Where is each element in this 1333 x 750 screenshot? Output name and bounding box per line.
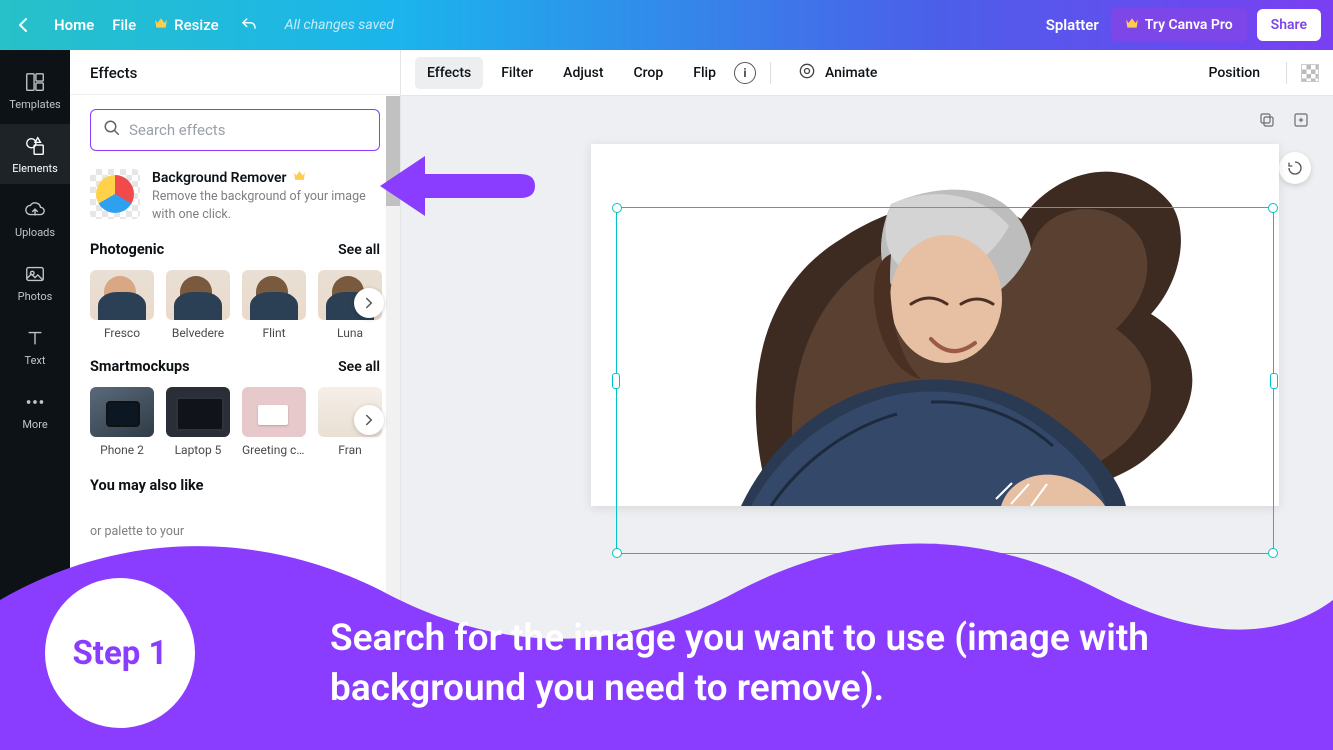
rail-label: Photos	[18, 290, 53, 303]
rail-label: Text	[25, 354, 46, 367]
effect-flint[interactable]: Flint	[242, 270, 306, 340]
animate-label: Animate	[825, 65, 877, 81]
bg-remover-icon	[90, 169, 140, 219]
rail-photos[interactable]: Photos	[0, 252, 70, 312]
mockup-laptop5[interactable]: Laptop 5	[166, 387, 230, 457]
scroll-right-button[interactable]	[354, 288, 384, 318]
add-page-icon[interactable]	[1291, 110, 1311, 130]
see-all-smartmockups[interactable]: See all	[338, 359, 380, 375]
tutorial-arrow	[380, 146, 540, 230]
background-remover-item[interactable]: Background Remover Remove the background…	[90, 169, 380, 223]
thumb-label: Laptop 5	[166, 443, 230, 457]
elements-icon	[23, 134, 47, 158]
selected-photo[interactable]	[591, 144, 1279, 506]
design-page[interactable]	[591, 144, 1279, 506]
try-pro-label: Try Canva Pro	[1145, 17, 1233, 33]
rail-templates[interactable]: Templates	[0, 60, 70, 120]
rail-label: Uploads	[15, 226, 55, 239]
step-label: Step 1	[72, 634, 167, 673]
effect-fresco[interactable]: Fresco	[90, 270, 154, 340]
document-name[interactable]: Splatter	[1046, 16, 1099, 34]
tutorial-text: Search for the image you want to use (im…	[330, 614, 1293, 714]
rail-text[interactable]: Text	[0, 316, 70, 376]
toolbar-effects[interactable]: Effects	[415, 57, 483, 89]
context-toolbar: Effects Filter Adjust Crop Flip i Animat…	[401, 50, 1333, 96]
duplicate-page-icon[interactable]	[1257, 110, 1277, 130]
rail-label: Elements	[12, 162, 58, 175]
search-effects-input[interactable]	[129, 121, 367, 139]
templates-icon	[23, 70, 47, 94]
rotate-handle[interactable]	[1279, 152, 1311, 184]
panel-heading: Effects	[70, 50, 400, 95]
thumb-label: Luna	[318, 326, 382, 340]
topbar: Home File Resize All changes saved Splat…	[0, 0, 1333, 50]
text-icon	[23, 326, 47, 350]
mockup-greetingcard[interactable]: Greeting car...	[242, 387, 306, 457]
toolbar-flip[interactable]: Flip	[681, 57, 728, 89]
home-link[interactable]: Home	[54, 16, 94, 34]
thumb-label: Greeting car...	[242, 443, 306, 457]
photos-icon	[23, 262, 47, 286]
resize-button[interactable]: Resize	[154, 16, 218, 34]
you-may-also-like-title: You may also like	[90, 477, 380, 494]
toolbar-animate[interactable]: Animate	[785, 53, 889, 93]
photogenic-row: Fresco Belvedere Flint Luna	[90, 270, 380, 340]
thumb-label: Belvedere	[166, 326, 230, 340]
rail-label: More	[22, 418, 47, 431]
toolbar-filter[interactable]: Filter	[489, 57, 545, 89]
toolbar-divider	[1286, 62, 1287, 84]
toolbar-crop[interactable]: Crop	[622, 57, 676, 89]
rail-elements[interactable]: Elements	[0, 124, 70, 184]
animate-icon	[797, 61, 817, 85]
effect-belvedere[interactable]: Belvedere	[166, 270, 230, 340]
thumb-label: Phone 2	[90, 443, 154, 457]
mockup-phone2[interactable]: Phone 2	[90, 387, 154, 457]
thumb-label: Flint	[242, 326, 306, 340]
toolbar-divider	[770, 62, 771, 84]
bg-remover-desc: Remove the background of your image with…	[152, 188, 380, 223]
toolbar-position[interactable]: Position	[1196, 57, 1272, 89]
bg-remover-title: Background Remover	[152, 170, 287, 186]
step-badge: Step 1	[45, 578, 195, 728]
rail-more[interactable]: More	[0, 380, 70, 440]
thumb-label: Fresco	[90, 326, 154, 340]
section-title-smartmockups: Smartmockups	[90, 358, 190, 375]
rail-uploads[interactable]: Uploads	[0, 188, 70, 248]
crown-icon	[293, 169, 306, 186]
more-icon	[23, 390, 47, 414]
search-icon	[103, 119, 121, 141]
file-menu[interactable]: File	[112, 16, 136, 34]
thumb-label: Fran	[318, 443, 382, 457]
info-icon[interactable]: i	[734, 62, 756, 84]
undo-button[interactable]	[237, 13, 261, 37]
uploads-icon	[23, 198, 47, 222]
back-button[interactable]	[12, 13, 36, 37]
see-all-photogenic[interactable]: See all	[338, 242, 380, 258]
resize-label: Resize	[174, 16, 218, 34]
scroll-right-button[interactable]	[354, 405, 384, 435]
transparency-button[interactable]	[1301, 64, 1319, 82]
share-button[interactable]: Share	[1257, 9, 1321, 41]
crown-icon	[1125, 16, 1139, 34]
crown-icon	[154, 16, 168, 34]
try-pro-button[interactable]: Try Canva Pro	[1111, 8, 1247, 42]
toolbar-adjust[interactable]: Adjust	[551, 57, 615, 89]
save-status: All changes saved	[285, 17, 394, 33]
section-title-photogenic: Photogenic	[90, 241, 164, 258]
smartmockups-row: Phone 2 Laptop 5 Greeting car... Fran	[90, 387, 380, 457]
search-effects-input-wrap[interactable]	[90, 109, 380, 151]
rail-label: Templates	[9, 98, 60, 111]
